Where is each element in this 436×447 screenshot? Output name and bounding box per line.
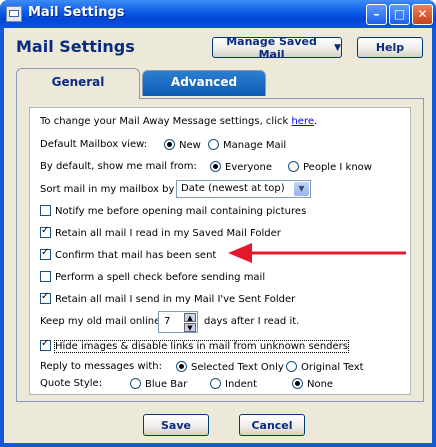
radio-icon (288, 161, 299, 172)
radio-selected-icon (210, 161, 221, 172)
intro-end: . (314, 116, 318, 127)
radio-label: Indent (225, 379, 258, 390)
sort-select-value: Date (newest at top) (181, 183, 285, 194)
quote-style-label: Quote Style: (40, 378, 103, 389)
confirm-sent-checkbox[interactable]: Confirm that mail has been sent (40, 247, 217, 261)
checkbox-icon (40, 271, 51, 282)
maximize-button[interactable]: □ (389, 4, 410, 25)
cancel-button[interactable]: Cancel (239, 414, 305, 436)
retain-read-checkbox[interactable]: Retain all mail I read in my Saved Mail … (40, 225, 281, 239)
checkbox-label: Retain all mail I read in my Saved Mail … (55, 228, 281, 239)
reply-original-radio[interactable]: Original Text (286, 361, 364, 373)
default-view-new-radio[interactable]: New (164, 139, 201, 151)
keep-old-suffix: days after I read it. (204, 316, 300, 327)
spell-check-checkbox[interactable]: Perform a spell check before sending mai… (40, 271, 265, 283)
mail-away-link[interactable]: here (291, 116, 314, 127)
radio-label: Everyone (225, 162, 273, 173)
radio-label: Manage Mail (223, 140, 287, 151)
minimize-button[interactable]: – (366, 4, 387, 25)
mail-settings-window: Mail Settings – □ ✕ Mail Settings Manage… (0, 0, 436, 447)
help-button[interactable]: Help (357, 37, 423, 58)
reply-selected-radio[interactable]: Selected Text Only (176, 361, 284, 373)
quote-none-radio[interactable]: None (292, 378, 333, 390)
keep-old-label: Keep my old mail online (40, 316, 161, 327)
radio-icon (130, 378, 141, 389)
intro-row: To change your Mail Away Message setting… (40, 116, 317, 127)
intro-text: To change your Mail Away Message setting… (40, 116, 289, 127)
default-view-manage-radio[interactable]: Manage Mail (208, 139, 286, 151)
checkbox-checked-icon (40, 247, 51, 260)
radio-selected-icon (292, 378, 303, 389)
keep-days-value: 7 (164, 316, 171, 327)
window-title: Mail Settings (28, 5, 125, 20)
manage-saved-mail-label: Manage Saved Mail (226, 34, 317, 61)
annotation-arrow-icon (228, 243, 406, 263)
quote-indent-radio[interactable]: Indent (210, 378, 257, 390)
checkbox-label: Confirm that mail has been sent (55, 250, 217, 261)
radio-selected-icon (176, 361, 187, 372)
manage-saved-mail-button[interactable]: Manage Saved Mail ▼ (212, 34, 342, 61)
show-from-label: By default, show me mail from: (40, 161, 197, 172)
checkbox-label: Notify me before opening mail containing… (55, 206, 307, 217)
radio-label: Selected Text Only (191, 362, 284, 373)
chevron-down-icon[interactable]: ▼ (294, 182, 309, 196)
sort-select[interactable]: Date (newest at top) ▼ (176, 180, 311, 198)
radio-label: New (179, 140, 201, 151)
spin-up-icon[interactable]: ▲ (184, 313, 196, 322)
title-bar[interactable]: Mail Settings – □ ✕ (0, 0, 436, 28)
tab-advanced[interactable]: Advanced (142, 70, 266, 96)
close-button[interactable]: ✕ (412, 4, 433, 25)
tab-general[interactable]: General (16, 68, 140, 99)
keep-days-stepper[interactable]: 7 ▲ ▼ (158, 311, 198, 333)
radio-icon (286, 361, 297, 372)
general-settings-area: To change your Mail Away Message setting… (29, 107, 411, 395)
checkbox-checked-icon (40, 338, 51, 351)
save-button[interactable]: Save (143, 414, 209, 436)
radio-label: Blue Bar (145, 379, 188, 390)
window-client: Mail Settings Manage Saved Mail ▼ Help G… (4, 28, 432, 443)
default-view-label: Default Mailbox view: (40, 139, 148, 150)
checkbox-label: Retain all mail I send in my Mail I've S… (55, 294, 296, 305)
checkbox-checked-icon (40, 291, 51, 304)
page-title: Mail Settings (16, 37, 135, 56)
radio-label: People I know (303, 162, 372, 173)
reply-with-label: Reply to messages with: (40, 361, 163, 372)
checkbox-label: Perform a spell check before sending mai… (55, 272, 266, 283)
checkbox-icon (40, 205, 51, 216)
radio-label: Original Text (301, 362, 364, 373)
radio-label: None (307, 379, 334, 390)
checkbox-label: Hide images & disable links in mail from… (54, 340, 349, 353)
spin-down-icon[interactable]: ▼ (184, 323, 196, 332)
show-from-everyone-radio[interactable]: Everyone (210, 161, 272, 173)
notify-pictures-checkbox[interactable]: Notify me before opening mail containing… (40, 205, 306, 217)
radio-icon (210, 378, 221, 389)
quote-bluebar-radio[interactable]: Blue Bar (130, 378, 187, 390)
radio-selected-icon (164, 139, 175, 150)
checkbox-checked-icon (40, 225, 51, 238)
show-from-people-radio[interactable]: People I know (288, 161, 372, 173)
tab-panel: To change your Mail Away Message setting… (16, 98, 424, 402)
app-icon (6, 6, 22, 22)
chevron-down-icon: ▼ (334, 42, 341, 53)
hide-images-checkbox[interactable]: Hide images & disable links in mail from… (40, 338, 349, 353)
radio-icon (208, 139, 219, 150)
retain-sent-checkbox[interactable]: Retain all mail I send in my Mail I've S… (40, 291, 296, 305)
sort-label: Sort mail in my mailbox by (40, 184, 175, 195)
